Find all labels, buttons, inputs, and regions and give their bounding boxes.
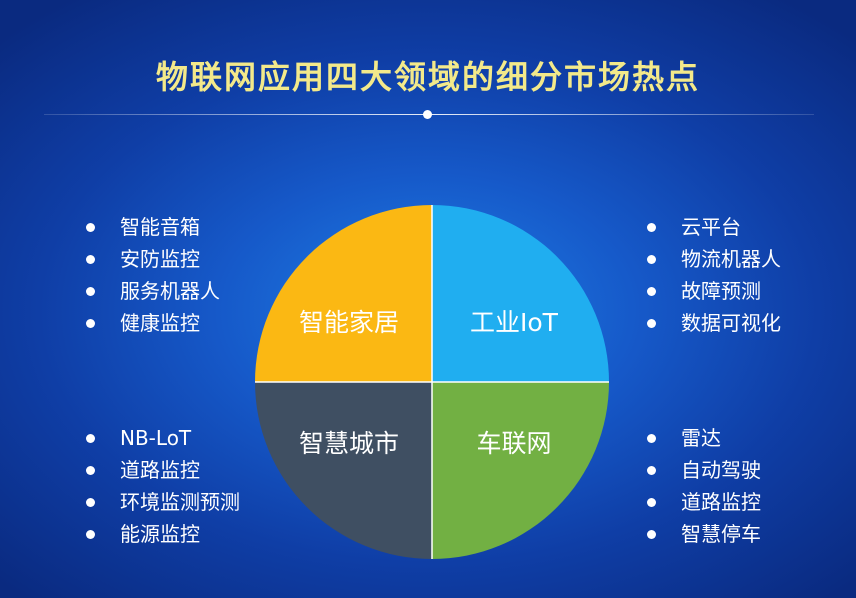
list-item: 故障预测 (641, 275, 781, 307)
industrial-iot-list: 云平台 物流机器人 故障预测 数据可视化 (641, 211, 781, 339)
bullet-icon (86, 498, 95, 507)
bullet-icon (647, 530, 656, 539)
list-item-label: 雷达 (681, 426, 721, 450)
list-item-label: 健康监控 (120, 311, 200, 335)
quadrant-smart-city (255, 382, 432, 559)
list-item-label: 环境监测预测 (120, 490, 240, 514)
smart-city-list: NB-LoT 道路监控 环境监测预测 能源监控 (80, 422, 240, 550)
bullet-icon (86, 223, 95, 232)
iov-list: 雷达 自动驾驶 道路监控 智慧停车 (641, 422, 761, 550)
bullet-icon (86, 287, 95, 296)
quadrant-iov (432, 382, 609, 559)
bullet-icon (86, 434, 95, 443)
bullet-icon (647, 223, 656, 232)
list-item: 能源监控 (80, 518, 240, 550)
list-item-label: NB-LoT (120, 426, 192, 450)
list-item: 物流机器人 (641, 243, 781, 275)
industrial-iot-label: 工业IoT (470, 308, 559, 337)
divider-dot (423, 110, 432, 119)
smart-city-label: 智慧城市 (299, 429, 399, 458)
list-item-label: 智慧停车 (681, 522, 761, 546)
list-item-label: 物流机器人 (681, 247, 781, 271)
list-item-label: 数据可视化 (681, 311, 781, 335)
list-item-label: 道路监控 (681, 490, 761, 514)
smart-home-label: 智能家居 (299, 308, 399, 337)
list-item-label: 道路监控 (120, 458, 200, 482)
bullet-icon (86, 319, 95, 328)
bullet-icon (647, 319, 656, 328)
list-item: NB-LoT (80, 422, 240, 454)
bullet-icon (647, 287, 656, 296)
list-item: 智能音箱 (80, 211, 220, 243)
list-item: 云平台 (641, 211, 781, 243)
quadrant-industrial-iot (432, 205, 609, 382)
quadrant-smart-home (255, 205, 432, 382)
list-item: 道路监控 (641, 486, 761, 518)
bullet-icon (86, 466, 95, 475)
bullet-icon (647, 466, 656, 475)
list-item: 服务机器人 (80, 275, 220, 307)
bullet-icon (647, 498, 656, 507)
bullet-icon (647, 434, 656, 443)
list-item-label: 能源监控 (120, 522, 200, 546)
list-item-label: 智能音箱 (120, 215, 200, 239)
smart-home-list: 智能音箱 安防监控 服务机器人 健康监控 (80, 211, 220, 339)
list-item-label: 安防监控 (120, 247, 200, 271)
list-item: 数据可视化 (641, 307, 781, 339)
list-item-label: 自动驾驶 (681, 458, 761, 482)
list-item: 雷达 (641, 422, 761, 454)
list-item-label: 云平台 (681, 215, 741, 239)
iov-label: 车联网 (476, 429, 551, 458)
list-item: 自动驾驶 (641, 454, 761, 486)
list-item-label: 服务机器人 (120, 279, 220, 303)
bullet-icon (86, 530, 95, 539)
list-item: 道路监控 (80, 454, 240, 486)
quadrant-pie: 智能家居 工业IoT 智慧城市 车联网 (255, 205, 609, 559)
page-title: 物联网应用四大领域的细分市场热点 (155, 58, 700, 96)
list-item: 安防监控 (80, 243, 220, 275)
bullet-icon (86, 255, 95, 264)
list-item-label: 故障预测 (681, 279, 761, 303)
list-item: 环境监测预测 (80, 486, 240, 518)
bullet-icon (647, 255, 656, 264)
list-item: 智慧停车 (641, 518, 761, 550)
list-item: 健康监控 (80, 307, 220, 339)
